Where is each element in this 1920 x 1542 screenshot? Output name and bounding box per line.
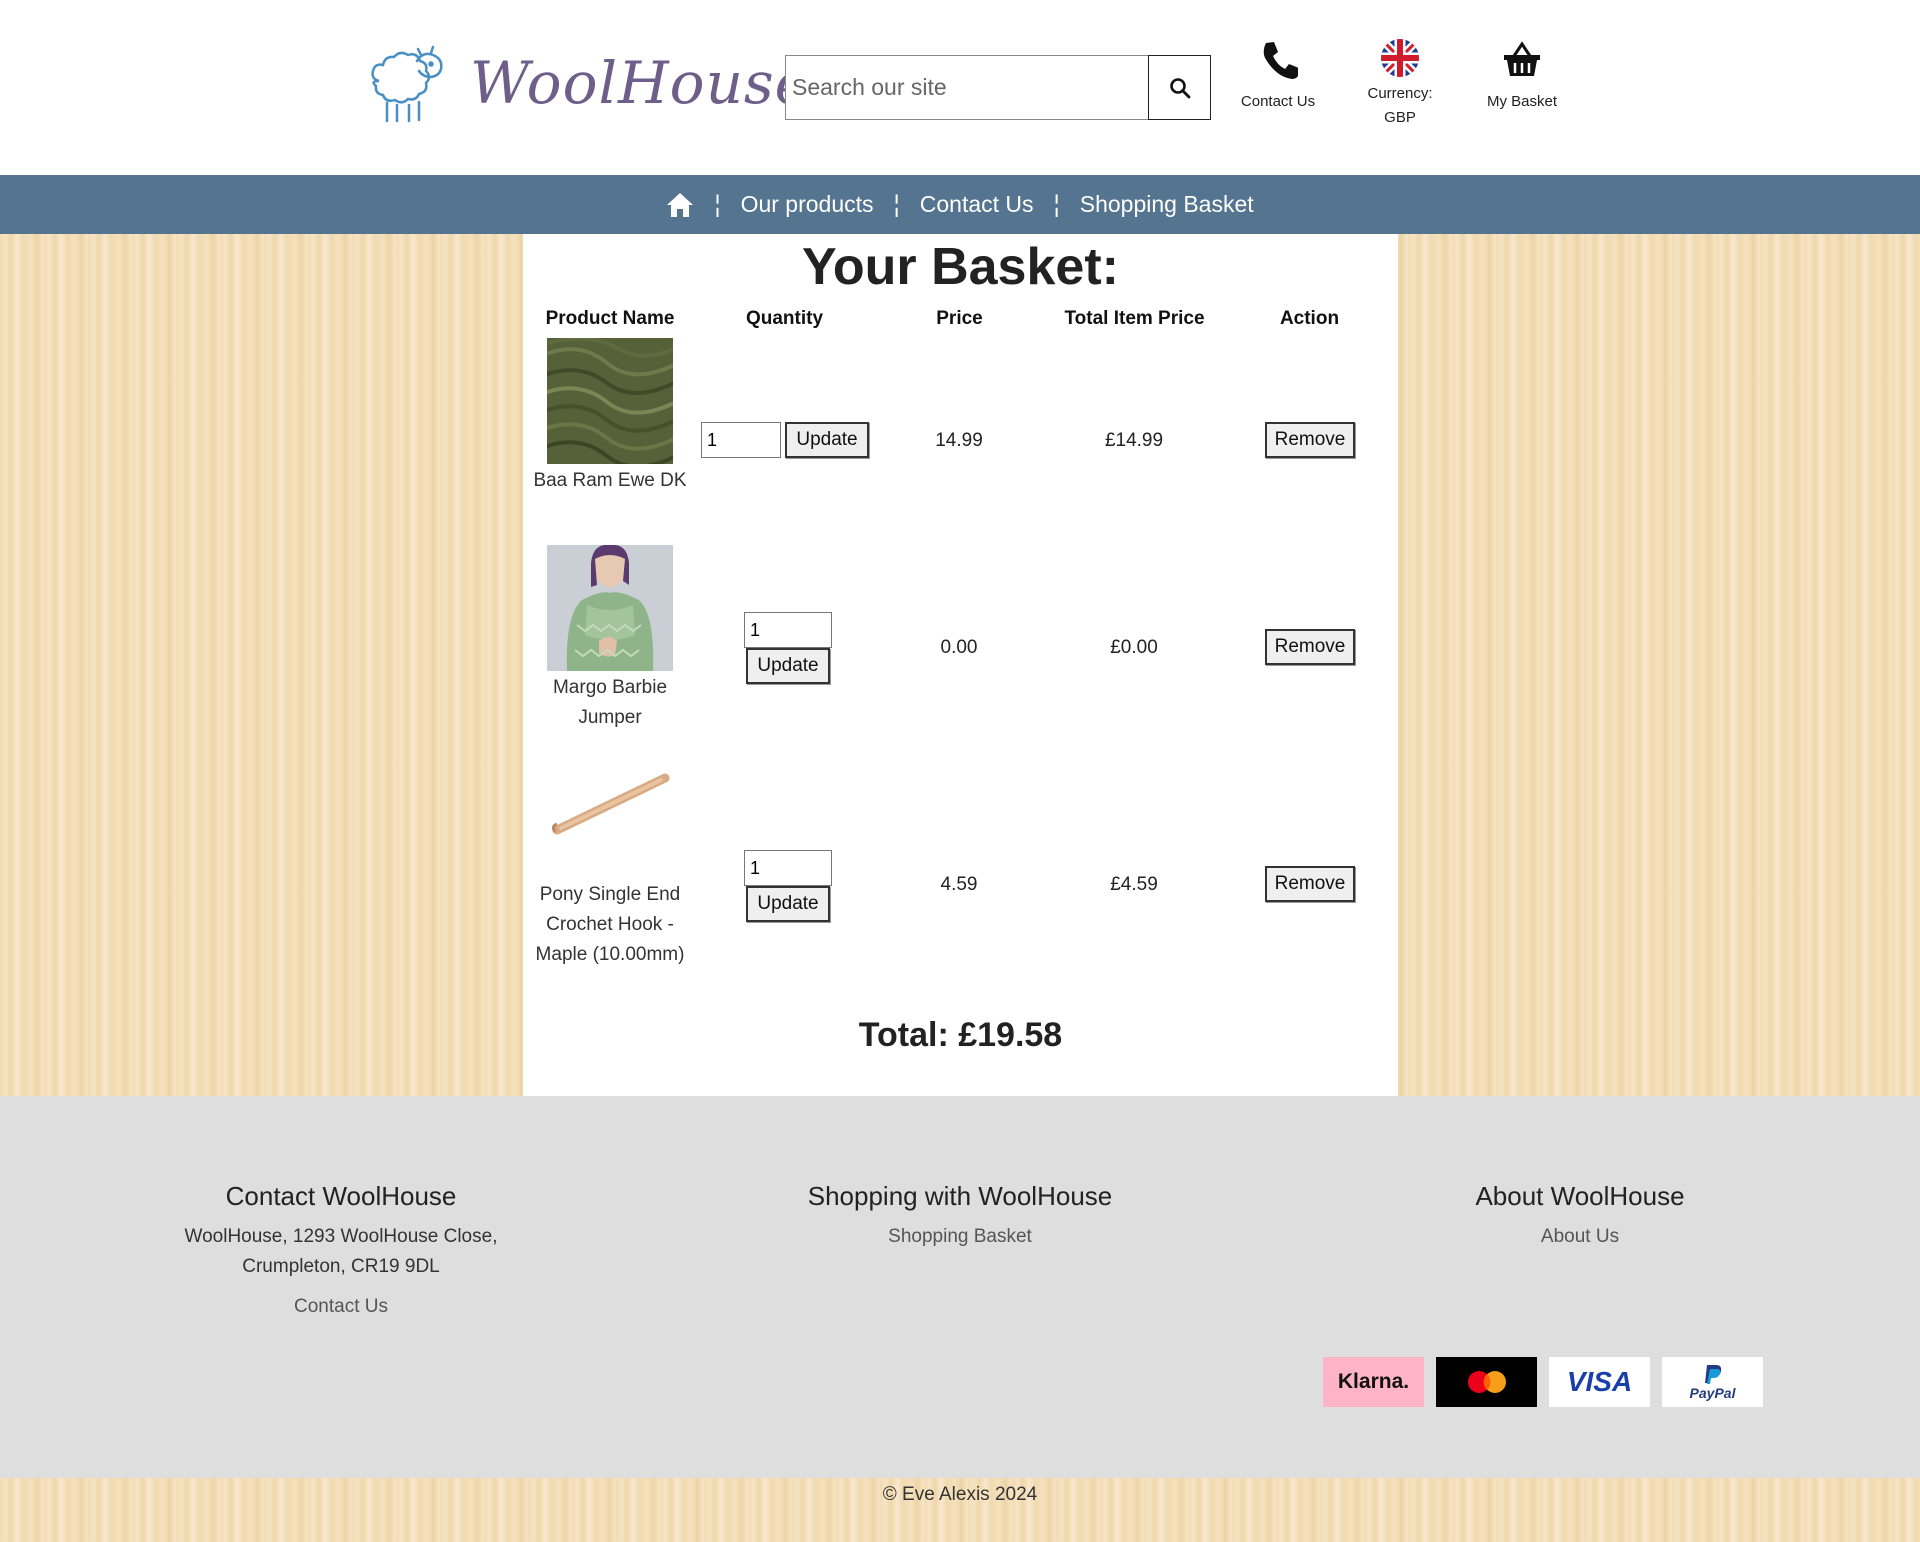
remove-button[interactable]: Remove: [1265, 629, 1355, 665]
nav-contact-us[interactable]: Contact Us: [920, 191, 1034, 218]
quantity-input[interactable]: [744, 850, 832, 886]
footer-about-link[interactable]: About Us: [1430, 1222, 1730, 1252]
currency-label: Currency:: [1367, 85, 1433, 102]
nav-shopping-basket[interactable]: Shopping Basket: [1080, 191, 1254, 218]
column-header-quantity: Quantity: [745, 308, 824, 329]
nav-separator: ¦: [1053, 190, 1060, 218]
quantity-input[interactable]: [701, 422, 781, 458]
footer-contact-link[interactable]: Contact Us: [140, 1292, 542, 1322]
search-input[interactable]: [785, 55, 1149, 120]
item-total: £14.99: [1104, 430, 1164, 451]
search-icon: [1169, 77, 1190, 98]
footer-shopping-title: Shopping with WoolHouse: [807, 1181, 1113, 1211]
footer-contact-section: Contact WoolHouse WoolHouse, 1293 WoolHo…: [140, 1181, 542, 1322]
paypal-logo: PayPal: [1662, 1357, 1763, 1407]
column-header-total: Total Item Price: [1064, 308, 1205, 329]
visa-logo: VISA: [1549, 1357, 1650, 1407]
product-name[interactable]: Pony Single End Crochet Hook - Maple (10…: [523, 880, 697, 970]
product-image-crochet-hook[interactable]: [547, 752, 673, 878]
klarna-logo: Klarna.: [1323, 1357, 1424, 1407]
sheep-logo-icon: [371, 45, 443, 123]
basket-icon: [1504, 41, 1540, 76]
search-form: [785, 55, 1211, 120]
footer-address-line1: WoolHouse, 1293 WoolHouse Close,: [184, 1226, 498, 1247]
paypal-icon: [1704, 1365, 1721, 1384]
nav-separator: ¦: [893, 190, 900, 218]
basket-label: My Basket: [1486, 93, 1558, 110]
currency-selector[interactable]: Currency: GBP: [1345, 38, 1455, 130]
update-button[interactable]: Update: [746, 648, 830, 684]
site-header: WoolHouse Contact Us Currency:: [0, 0, 1920, 175]
footer-contact-title: Contact WoolHouse: [225, 1181, 457, 1211]
basket-total: Total: £19.58: [858, 1016, 1063, 1054]
nav-separator: ¦: [714, 190, 721, 218]
column-header-action: Action: [1279, 308, 1340, 329]
item-price: 14.99: [935, 430, 983, 451]
item-price: 0.00: [940, 637, 978, 658]
copyright: © Eve Alexis 2024: [882, 1484, 1038, 1505]
mastercard-icon: [1467, 1371, 1506, 1393]
footer-basket-link[interactable]: Shopping Basket: [760, 1222, 1160, 1252]
footer-about-title: About WoolHouse: [1475, 1181, 1685, 1211]
phone-icon: [1263, 42, 1298, 79]
product-image-yarn[interactable]: [547, 338, 673, 464]
quantity-input[interactable]: [744, 612, 832, 648]
column-header-product: Product Name: [545, 308, 675, 329]
home-icon[interactable]: [666, 192, 694, 218]
contact-label: Contact Us: [1240, 93, 1316, 110]
header-basket-link[interactable]: My Basket: [1467, 40, 1577, 114]
footer-about-section: About WoolHouse About Us: [1430, 1181, 1730, 1252]
remove-button[interactable]: Remove: [1265, 422, 1355, 458]
site-footer: Contact WoolHouse WoolHouse, 1293 WoolHo…: [0, 1096, 1920, 1478]
remove-button[interactable]: Remove: [1265, 866, 1355, 902]
header-contact-link[interactable]: Contact Us: [1223, 40, 1333, 114]
main-nav: ¦ Our products ¦ Contact Us ¦ Shopping B…: [0, 175, 1920, 234]
footer-address-line2: Crumpleton, CR19 9DL: [242, 1256, 440, 1277]
nav-our-products[interactable]: Our products: [741, 191, 874, 218]
mastercard-logo: [1436, 1357, 1537, 1407]
uk-flag-icon: [1381, 39, 1419, 77]
currency-value: GBP: [1384, 109, 1416, 126]
page-title: Your Basket:: [802, 238, 1119, 296]
column-header-price: Price: [936, 308, 983, 329]
table-row: Baa Ram Ewe DK Update 14.99 £14.99 Remov…: [523, 338, 1398, 538]
basket-panel: Your Basket: Product Name Quantity Price…: [523, 234, 1398, 1096]
item-price: 4.59: [940, 874, 978, 895]
search-button[interactable]: [1148, 55, 1211, 120]
table-row: Pony Single End Crochet Hook - Maple (10…: [523, 752, 1398, 1012]
site-logo[interactable]: WoolHouse: [365, 45, 809, 125]
footer-shopping-section: Shopping with WoolHouse Shopping Basket: [760, 1181, 1160, 1252]
item-total: £4.59: [1110, 874, 1158, 895]
update-button[interactable]: Update: [746, 886, 830, 922]
product-image-jumper[interactable]: [547, 545, 673, 671]
product-name[interactable]: Margo Barbie Jumper: [523, 673, 697, 733]
logo-wordmark: WoolHouse: [470, 49, 811, 117]
item-total: £0.00: [1110, 637, 1158, 658]
table-row: Margo Barbie Jumper Update 0.00 £0.00 Re…: [523, 545, 1398, 745]
product-name[interactable]: Baa Ram Ewe DK: [523, 466, 697, 496]
update-button[interactable]: Update: [785, 422, 869, 458]
